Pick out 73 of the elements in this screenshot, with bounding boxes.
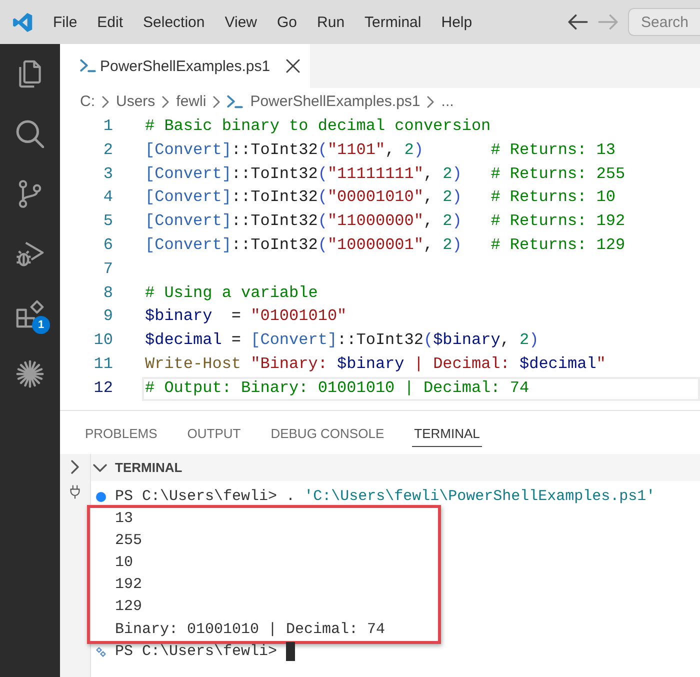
starburst-icon[interactable] xyxy=(16,360,44,388)
line-number: 7 xyxy=(102,258,113,280)
chevron-right-icon xyxy=(162,96,170,108)
breadcrumb-item[interactable]: C: xyxy=(80,93,95,110)
code-line: # Using a variable xyxy=(144,282,319,304)
chevron-right-icon xyxy=(427,96,434,108)
menu-item[interactable]: Go xyxy=(267,10,308,34)
breadcrumb-item[interactable]: fewli xyxy=(176,93,206,110)
panel-tab[interactable]: OUTPUT xyxy=(185,420,243,447)
terminal-prompt-icon xyxy=(80,59,96,73)
line-number: 10 xyxy=(92,330,113,352)
logo-icon[interactable] xyxy=(12,12,33,32)
breadcrumb-item[interactable]: ... xyxy=(441,93,454,110)
cursor-icon xyxy=(286,642,296,662)
chevron-right-icon xyxy=(102,96,109,108)
plug-icon[interactable] xyxy=(68,485,82,499)
terminal-output: 255 xyxy=(115,531,142,552)
code-line: $binary = "01001010" xyxy=(144,306,348,328)
menu-item[interactable]: Help xyxy=(431,10,482,34)
search-icon[interactable] xyxy=(16,120,44,148)
chevron-right-icon xyxy=(213,96,220,108)
terminal-output: Binary: 01001010 | Decimal: 74 xyxy=(115,620,386,640)
editor-tab[interactable]: PowerShellExamples.ps1 xyxy=(60,44,310,88)
terminal-output: 13 xyxy=(115,509,134,530)
code-line: # Basic binary to decimal conversion xyxy=(144,116,492,137)
line-number: 6 xyxy=(102,234,113,256)
terminal-output: 129 xyxy=(115,597,142,618)
menu-item[interactable]: View xyxy=(214,10,267,34)
panel-tab[interactable]: PROBLEMS xyxy=(83,420,160,447)
menu-item[interactable]: Terminal xyxy=(354,10,432,34)
files-icon[interactable] xyxy=(16,60,44,88)
menu-item[interactable]: Edit xyxy=(87,10,134,34)
breadcrumb-item[interactable]: PowerShellExamples.ps1 xyxy=(250,93,420,110)
diamonds-icon[interactable] xyxy=(96,646,106,657)
code-line: Write-Host "Binary: $binary | Decimal: $decimal" xyxy=(144,354,607,375)
code-line: $decimal = [Convert]::ToInt32($binary, 2) xyxy=(144,330,540,352)
line-number: 3 xyxy=(102,164,113,185)
line-number: 12 xyxy=(92,378,113,399)
code-line: [Convert]::ToInt32("00001010", 2) # Returns: 10 xyxy=(144,187,617,208)
code-line: [Convert]::ToInt32("1101", 2) # Returns: 13 xyxy=(144,140,617,161)
terminal-output: 10 xyxy=(115,553,134,574)
search-field[interactable]: Search xyxy=(628,8,700,36)
terminal-line: PS C:\Users\fewli> . 'C:\Users\fewli\PowerShellExamples.ps1' xyxy=(115,487,656,507)
blocks-icon[interactable] xyxy=(16,300,44,328)
line-number: 4 xyxy=(102,187,113,208)
line-number: 5 xyxy=(102,211,113,232)
notification-badge: 1 xyxy=(32,316,50,334)
close-icon[interactable] xyxy=(286,59,300,73)
section-title: TERMINAL xyxy=(115,460,182,475)
terminal-prompt-icon xyxy=(227,94,244,108)
line-number: 2 xyxy=(102,140,113,161)
code-line: [Convert]::ToInt32("10000001", 2) # Returns: 129 xyxy=(144,234,626,256)
branch-icon[interactable] xyxy=(16,180,44,208)
terminal-output: 192 xyxy=(115,575,142,596)
chevron-down-icon[interactable] xyxy=(93,464,107,472)
line-number: 1 xyxy=(102,116,113,137)
code-line: [Convert]::ToInt32("11000000", 2) # Returns: 192 xyxy=(144,211,626,232)
menu-item[interactable]: Selection xyxy=(133,10,215,34)
breadcrumb-item[interactable]: Users xyxy=(116,93,156,110)
line-number: 9 xyxy=(102,306,113,328)
panel-tab[interactable]: DEBUG CONSOLE xyxy=(268,420,386,447)
code-line: # Output: Binary: 01001010 | Decimal: 74 xyxy=(142,376,700,401)
panel-tab[interactable]: TERMINAL xyxy=(412,420,482,447)
line-number: 11 xyxy=(92,354,113,375)
menu-item[interactable]: Run xyxy=(307,10,355,34)
chevron-right-icon[interactable] xyxy=(71,460,79,474)
status-dot-icon[interactable] xyxy=(96,492,106,502)
menu-item[interactable]: File xyxy=(43,10,88,34)
code-line: [Convert]::ToInt32("11111111", 2) # Returns: 255 xyxy=(144,164,626,185)
arrow-left-icon[interactable] xyxy=(568,12,588,32)
line-number: 8 xyxy=(102,282,113,304)
terminal-prompt: PS C:\Users\fewli> xyxy=(115,642,278,662)
bug-play-icon[interactable] xyxy=(16,240,44,268)
